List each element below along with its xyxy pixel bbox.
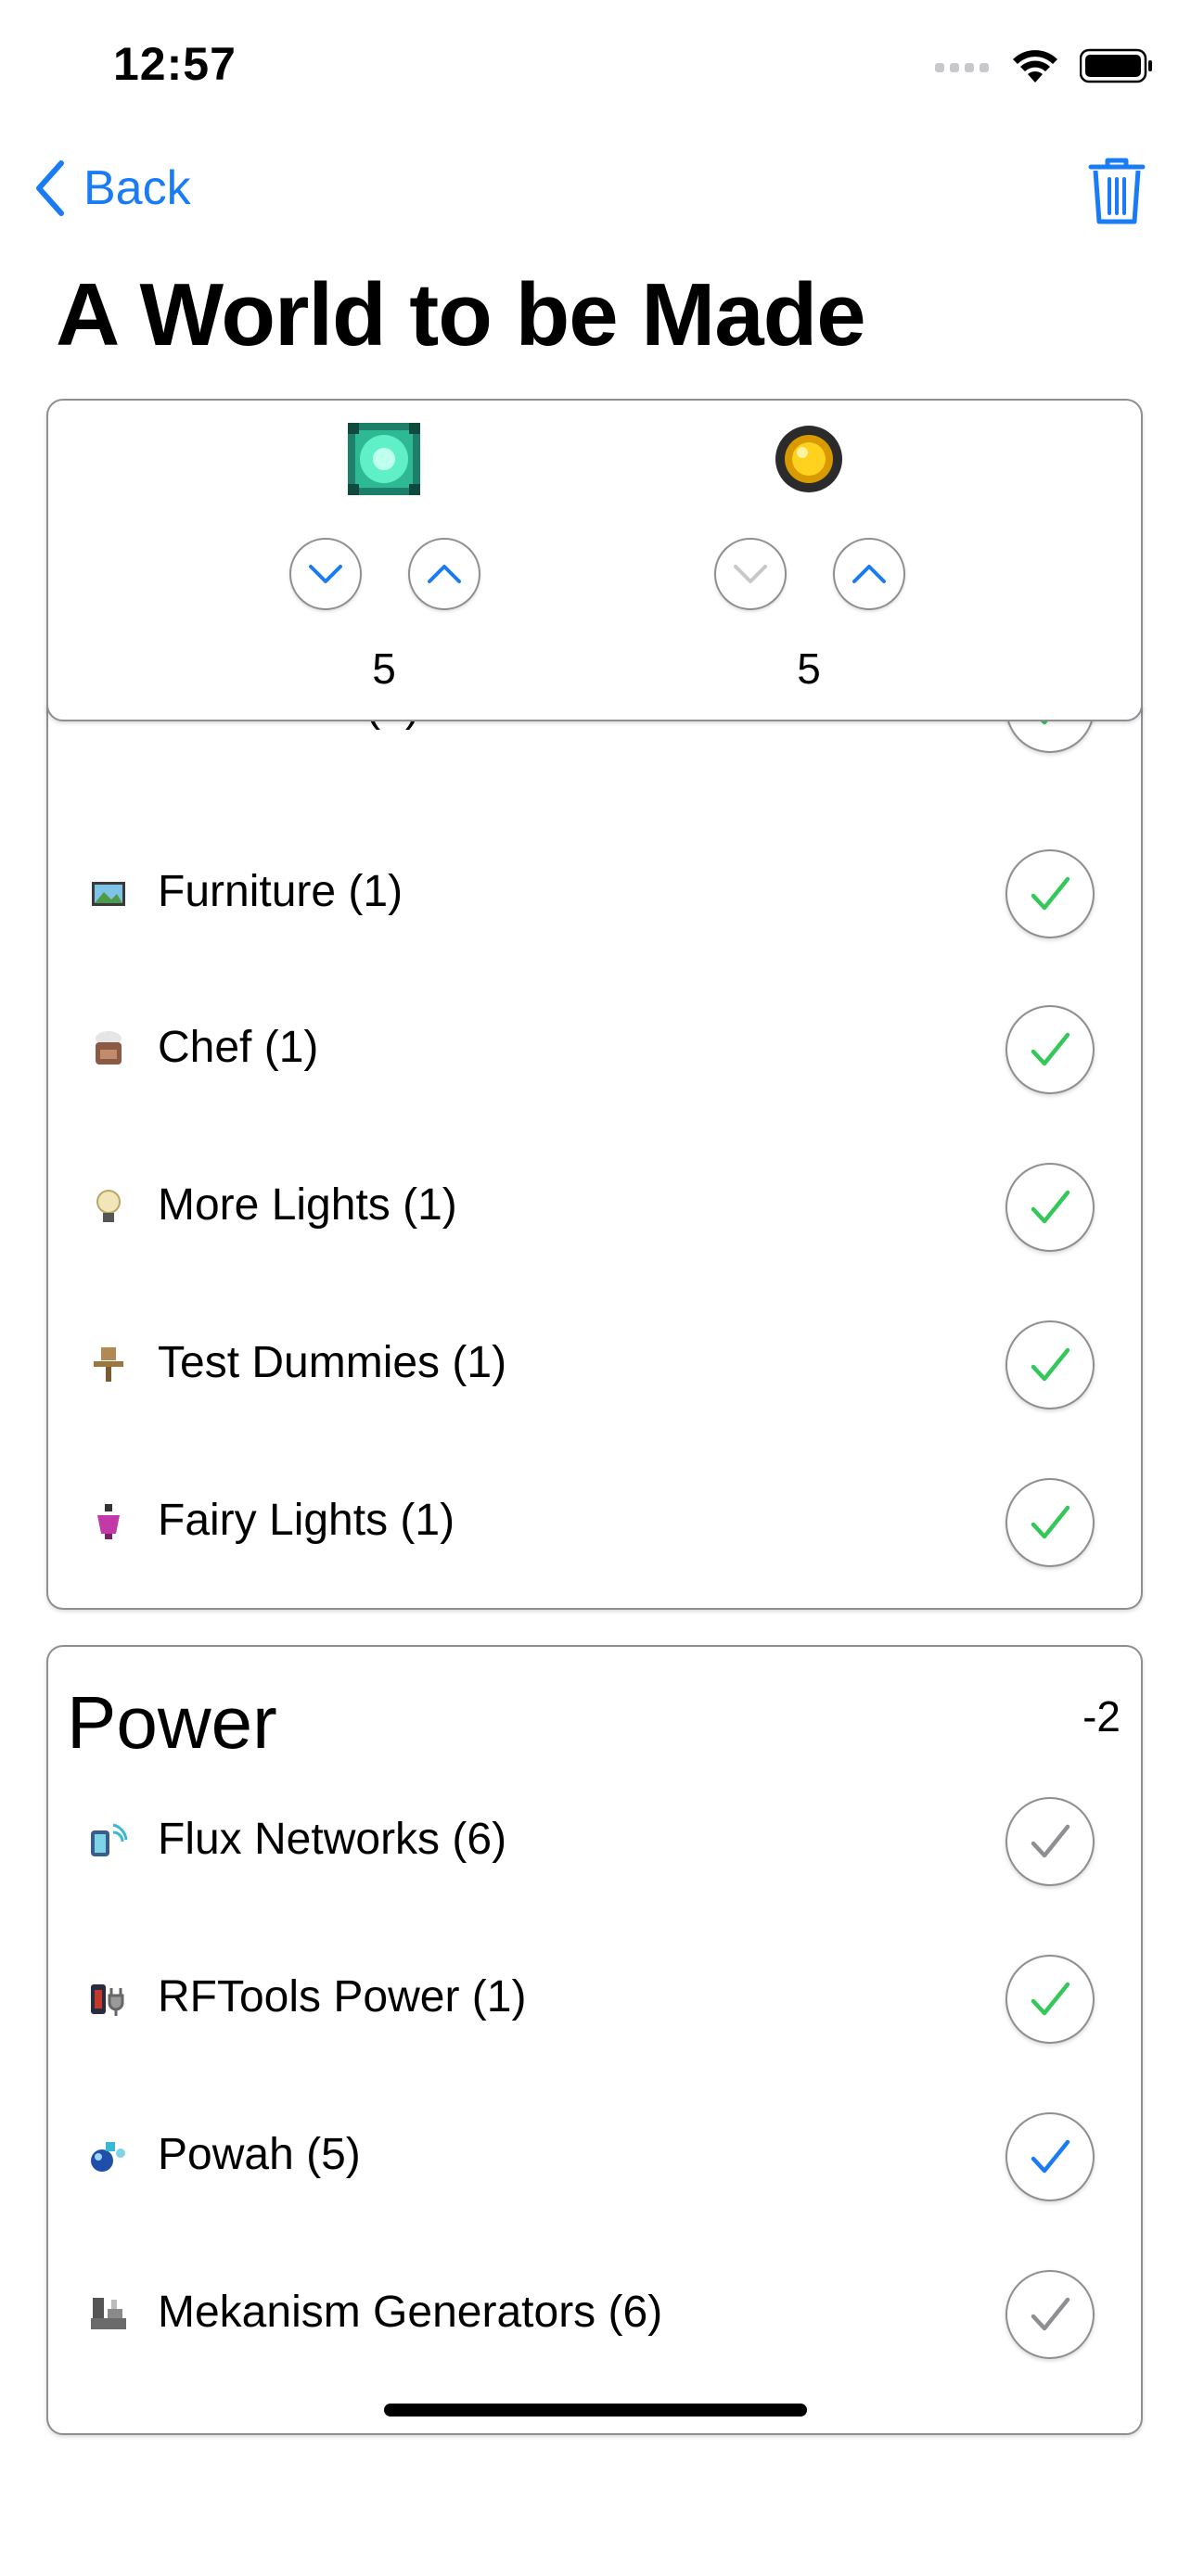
teal-stepper xyxy=(289,538,480,610)
rftools-power-icon xyxy=(91,1984,124,2016)
cellular-signal-icon xyxy=(935,63,989,72)
teal-decrement-button[interactable] xyxy=(289,538,362,610)
flux-icon xyxy=(91,1823,128,1856)
gold-stepper xyxy=(714,538,905,610)
list-item-label: Fairy Lights (1) xyxy=(158,1496,455,1545)
list-item-label: Mekanism Generators (6) xyxy=(158,2288,663,2337)
check-button[interactable] xyxy=(1005,1955,1095,2044)
trash-icon xyxy=(1088,158,1146,224)
list-item[interactable]: RFTools Power (1) xyxy=(48,1938,1141,2049)
chef-hat-icon xyxy=(96,1031,122,1065)
back-button[interactable]: Back xyxy=(33,159,191,217)
chevron-up-icon xyxy=(852,565,886,583)
checkmark-icon xyxy=(1031,1982,1070,2016)
gold-decrement-button[interactable] xyxy=(714,538,787,610)
trash-button[interactable] xyxy=(1087,156,1146,231)
checkmark-icon xyxy=(1031,2139,1070,2174)
dummy-icon xyxy=(94,1347,123,1382)
resource-card: 5 5 xyxy=(46,399,1143,721)
list-item-label: Chef (1) xyxy=(158,1023,319,1072)
check-button[interactable] xyxy=(1005,1797,1095,1886)
checkmark-icon xyxy=(1031,1824,1070,1858)
checkmark-icon xyxy=(1031,2297,1070,2331)
section-value: -2 xyxy=(1082,1692,1121,1741)
back-label: Back xyxy=(83,161,191,215)
teal-crystal-icon xyxy=(348,423,420,495)
list-item[interactable]: Test Dummies (1) xyxy=(48,1304,1141,1415)
check-button[interactable] xyxy=(1005,1005,1095,1094)
list-item-label: Powah (5) xyxy=(158,2130,361,2179)
checkmark-icon xyxy=(1031,876,1070,911)
power-section: Power -2 Flux Networks (6) RFTools Power… xyxy=(46,1645,1143,2435)
list-item[interactable]: Chef (1) xyxy=(48,988,1141,1100)
check-button[interactable] xyxy=(1005,2270,1095,2359)
section-title: Power xyxy=(67,1681,277,1764)
gold-increment-button[interactable] xyxy=(833,538,905,610)
gold-count: 5 xyxy=(797,644,821,693)
check-button[interactable] xyxy=(1005,2112,1095,2201)
teal-increment-button[interactable] xyxy=(408,538,480,610)
list-item-label: Flux Networks (6) xyxy=(158,1815,507,1864)
chevron-down-icon xyxy=(734,565,767,583)
list-item[interactable]: Powah (5) xyxy=(48,2096,1141,2207)
list-item[interactable]: Fairy Lights (1) xyxy=(48,1461,1141,1573)
list-item[interactable]: Mekanism Generators (6) xyxy=(48,2253,1141,2365)
list-item-label: Furniture (1) xyxy=(158,867,403,916)
gold-orb-icon xyxy=(775,426,842,492)
check-button[interactable] xyxy=(1005,849,1095,938)
fairy-light-icon xyxy=(97,1504,120,1539)
category-list: Decorator (1) Furniture (1) Chef (1) xyxy=(46,705,1143,1610)
resource-gold xyxy=(670,419,948,499)
powah-icon xyxy=(91,2142,125,2172)
list-item-label: More Lights (1) xyxy=(158,1180,457,1230)
resource-teal xyxy=(245,419,523,499)
chevron-down-icon xyxy=(309,565,342,583)
checkmark-icon xyxy=(1031,1032,1070,1066)
list-item-label: RFTools Power (1) xyxy=(158,1972,527,2021)
checkmark-icon xyxy=(1031,1190,1070,1224)
chevron-up-icon xyxy=(428,565,461,583)
painting-icon xyxy=(92,882,125,906)
home-indicator[interactable] xyxy=(384,2404,807,2417)
mekanism-icon xyxy=(91,2298,126,2329)
check-button[interactable] xyxy=(1005,1163,1095,1252)
list-item[interactable]: Flux Networks (6) xyxy=(48,1780,1141,1892)
status-icons xyxy=(935,43,1154,89)
checkmark-icon xyxy=(1031,1347,1070,1382)
wifi-icon xyxy=(1013,50,1057,83)
chevron-left-icon xyxy=(36,160,64,216)
status-time: 12:57 xyxy=(113,38,237,90)
teal-count: 5 xyxy=(372,644,396,693)
page-title: A World to be Made xyxy=(56,265,866,364)
list-item[interactable]: More Lights (1) xyxy=(48,1146,1141,1257)
list-item-label: Test Dummies (1) xyxy=(158,1338,507,1387)
check-button[interactable] xyxy=(1005,1478,1095,1567)
battery-icon xyxy=(1080,48,1152,83)
checkmark-icon xyxy=(1031,1505,1070,1539)
lightbulb-icon xyxy=(96,1190,121,1222)
check-button[interactable] xyxy=(1005,1320,1095,1409)
list-item[interactable]: Furniture (1) xyxy=(48,833,1141,944)
